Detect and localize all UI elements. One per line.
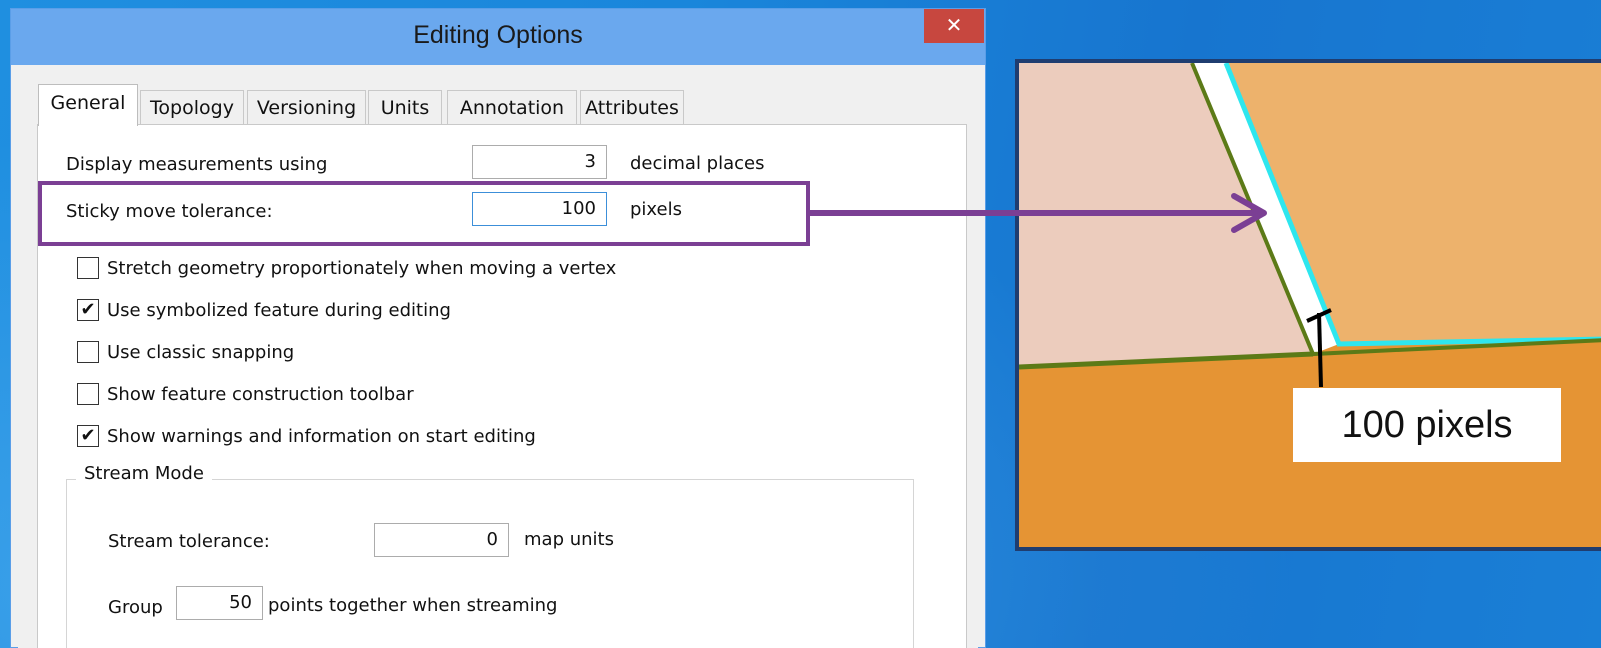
callout-arrow-layer	[810, 193, 1267, 233]
tab-general[interactable]: General	[38, 84, 138, 126]
